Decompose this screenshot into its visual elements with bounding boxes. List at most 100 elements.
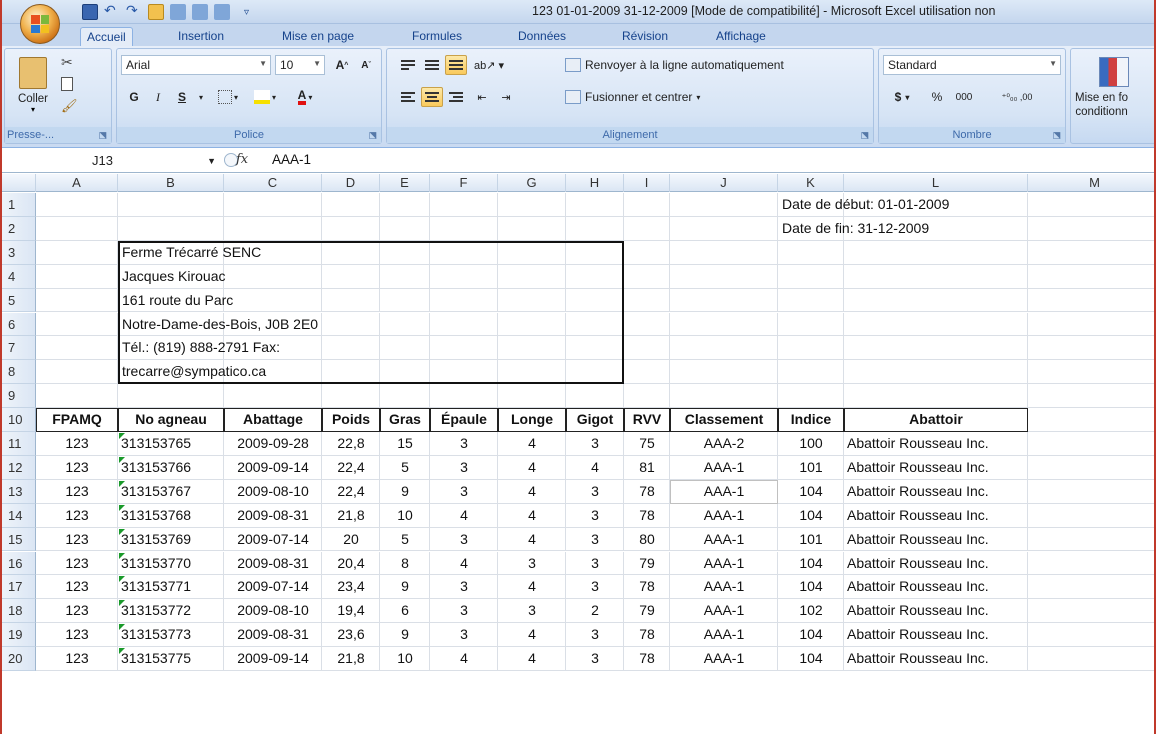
- tab-donnees[interactable]: Données: [512, 27, 572, 46]
- table-cell[interactable]: 104: [778, 480, 844, 504]
- cell[interactable]: [430, 193, 498, 217]
- cell[interactable]: [670, 336, 778, 361]
- table-cell[interactable]: 3: [566, 432, 624, 456]
- column-header-b[interactable]: B: [118, 174, 224, 192]
- cell[interactable]: [778, 360, 844, 385]
- cell[interactable]: [118, 216, 224, 241]
- lamb-number-cell[interactable]: 313153770: [121, 552, 191, 576]
- table-cell[interactable]: AAA-1: [670, 647, 778, 671]
- abattoir-cell[interactable]: Abattoir Rousseau Inc.: [847, 432, 989, 456]
- table-cell[interactable]: 78: [624, 623, 670, 647]
- number-format-combo[interactable]: Standard ▼: [883, 55, 1061, 75]
- font-color-button[interactable]: A ▾: [287, 87, 323, 107]
- lamb-number-cell[interactable]: 313153768: [121, 504, 191, 528]
- cell[interactable]: [36, 240, 118, 265]
- cell[interactable]: [778, 240, 844, 265]
- cell[interactable]: [380, 193, 430, 217]
- table-header-cell[interactable]: Gras: [380, 408, 430, 432]
- tab-insertion[interactable]: Insertion: [172, 27, 230, 46]
- cell[interactable]: [1028, 384, 1154, 409]
- lamb-number-cell[interactable]: 313153773: [121, 623, 191, 647]
- table-cell[interactable]: 2009-08-31: [224, 623, 322, 647]
- cut-icon[interactable]: ✂: [61, 55, 73, 71]
- cell[interactable]: [498, 216, 566, 241]
- table-cell[interactable]: 10: [380, 647, 430, 671]
- abattoir-cell[interactable]: Abattoir Rousseau Inc.: [847, 599, 989, 623]
- table-cell[interactable]: 123: [36, 528, 118, 552]
- cell[interactable]: [844, 240, 1028, 265]
- error-indicator-icon[interactable]: [119, 576, 125, 583]
- row-header-4[interactable]: 4: [2, 264, 36, 289]
- column-header-g[interactable]: G: [498, 174, 566, 192]
- address-line[interactable]: Jacques Kirouac: [122, 265, 226, 289]
- table-cell[interactable]: 2009-09-14: [224, 647, 322, 671]
- cell[interactable]: [498, 384, 566, 409]
- table-cell[interactable]: 3: [566, 480, 624, 504]
- filter-icon[interactable]: [192, 4, 208, 20]
- row-header-8[interactable]: 8: [2, 360, 36, 385]
- lamb-number-cell[interactable]: 313153775: [121, 647, 191, 671]
- row-header-18[interactable]: 18: [2, 599, 36, 624]
- cell[interactable]: [498, 193, 566, 217]
- table-cell[interactable]: 4: [498, 647, 566, 671]
- cell[interactable]: [1028, 456, 1154, 480]
- cell[interactable]: [670, 240, 778, 265]
- table-cell[interactable]: 3: [430, 623, 498, 647]
- row-header-3[interactable]: 3: [2, 240, 36, 265]
- address-line[interactable]: trecarre@sympatico.ca: [122, 360, 266, 384]
- table-header-cell[interactable]: Gigot: [566, 408, 624, 432]
- error-indicator-icon[interactable]: [119, 480, 125, 487]
- cell[interactable]: [1028, 241, 1154, 265]
- column-header-e[interactable]: E: [380, 174, 430, 192]
- table-cell[interactable]: 23,6: [322, 623, 380, 647]
- table-cell[interactable]: 4: [498, 456, 566, 480]
- table-cell[interactable]: 21,8: [322, 647, 380, 671]
- cell[interactable]: [36, 384, 118, 409]
- insert-function-icon[interactable]: fx: [236, 152, 248, 167]
- table-cell[interactable]: AAA-1: [670, 599, 778, 623]
- row-header-19[interactable]: 19: [2, 623, 36, 648]
- column-header-m[interactable]: M: [1028, 174, 1154, 192]
- table-cell[interactable]: 3: [430, 599, 498, 623]
- row-header-11[interactable]: 11: [2, 432, 36, 456]
- cell[interactable]: [1028, 432, 1154, 456]
- cell[interactable]: [36, 193, 118, 217]
- lamb-number-cell[interactable]: 313153771: [121, 575, 191, 599]
- table-cell[interactable]: AAA-2: [670, 432, 778, 456]
- table-cell[interactable]: 9: [380, 575, 430, 599]
- open-folder-icon[interactable]: [148, 4, 164, 20]
- cell[interactable]: [322, 384, 380, 409]
- table-cell[interactable]: 2009-09-28: [224, 432, 322, 456]
- abattoir-cell[interactable]: Abattoir Rousseau Inc.: [847, 480, 989, 504]
- abattoir-cell[interactable]: Abattoir Rousseau Inc.: [847, 528, 989, 552]
- underline-dropdown-icon[interactable]: ▾: [195, 87, 207, 107]
- table-header-cell[interactable]: Longe: [498, 408, 566, 432]
- table-cell[interactable]: 75: [624, 432, 670, 456]
- table-cell[interactable]: 19,4: [322, 599, 380, 623]
- cell[interactable]: [624, 193, 670, 217]
- cell[interactable]: [1028, 408, 1154, 432]
- table-cell[interactable]: 100: [778, 432, 844, 456]
- row-header-10[interactable]: 10: [2, 408, 36, 432]
- table-cell[interactable]: 2009-08-31: [224, 552, 322, 576]
- table-cell[interactable]: 79: [624, 552, 670, 576]
- cell[interactable]: [36, 360, 118, 385]
- column-header-c[interactable]: C: [224, 174, 322, 192]
- table-cell[interactable]: 6: [380, 599, 430, 623]
- cell[interactable]: [1028, 480, 1154, 504]
- italic-button[interactable]: I: [147, 87, 169, 107]
- column-header-h[interactable]: H: [566, 174, 624, 192]
- cell[interactable]: [624, 384, 670, 409]
- grow-font-button[interactable]: A ^: [331, 55, 353, 75]
- cell[interactable]: [670, 264, 778, 289]
- lamb-number-cell[interactable]: 313153765: [121, 432, 191, 456]
- underline-button[interactable]: S: [171, 87, 193, 107]
- table-cell[interactable]: 8: [380, 552, 430, 576]
- sort-icon[interactable]: [170, 4, 186, 20]
- cell[interactable]: [1028, 289, 1154, 313]
- align-top-button[interactable]: [397, 55, 419, 75]
- table-cell[interactable]: 81: [624, 456, 670, 480]
- table-cell[interactable]: AAA-1: [670, 504, 778, 528]
- table-header-cell[interactable]: Abattage: [224, 408, 322, 432]
- table-cell[interactable]: 2009-09-14: [224, 456, 322, 480]
